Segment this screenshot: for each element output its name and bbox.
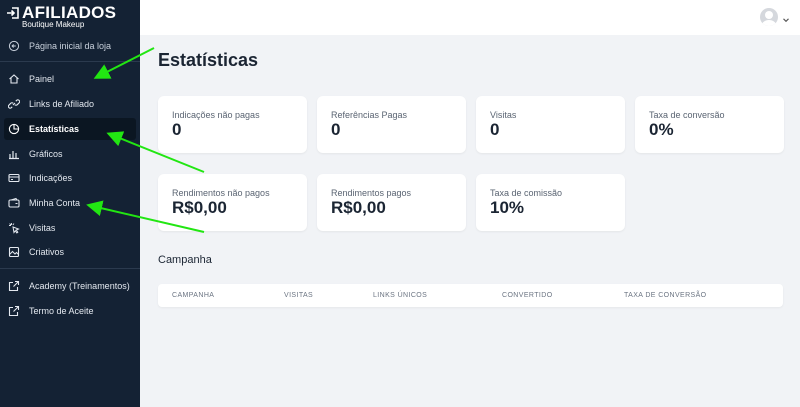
sidebar-item-label: Indicações bbox=[29, 173, 73, 183]
sidebar-item-label: Estatísticas bbox=[29, 124, 80, 134]
sidebar-item-label: Criativos bbox=[29, 247, 65, 257]
stat-label: Referências Pagas bbox=[331, 110, 408, 120]
sidebar-item-links[interactable]: Links de Afiliado bbox=[4, 93, 136, 115]
stat-card-unpaid-earnings: Rendimentos não pagos R$0,00 bbox=[158, 174, 307, 231]
stat-value: 0% bbox=[649, 120, 674, 139]
stat-card-paid-earnings: Rendimentos pagos R$0,00 bbox=[317, 174, 466, 231]
stat-value: 0 bbox=[490, 120, 500, 139]
external-link-icon bbox=[8, 280, 20, 292]
sidebar-item-painel[interactable]: Painel bbox=[4, 68, 136, 90]
wallet-icon bbox=[8, 197, 20, 209]
sidebar-item-graficos[interactable]: Gráficos bbox=[4, 143, 136, 165]
page-title: Estatísticas bbox=[158, 50, 259, 70]
stat-value: 0 bbox=[331, 120, 341, 139]
sidebar-item-criativos[interactable]: Criativos bbox=[4, 241, 136, 263]
stat-value: R$0,00 bbox=[331, 198, 386, 217]
click-icon bbox=[8, 222, 20, 234]
stat-card-paid-referrals: Referências Pagas 0 bbox=[317, 96, 466, 153]
external-link-icon bbox=[8, 305, 20, 317]
credit-card-icon bbox=[8, 172, 20, 184]
stat-value: 10% bbox=[490, 198, 525, 217]
stat-value: R$0,00 bbox=[172, 198, 227, 217]
login-icon bbox=[6, 6, 20, 20]
pie-chart-icon bbox=[8, 123, 20, 135]
sidebar-item-estatisticas[interactable]: Estatísticas bbox=[4, 118, 136, 140]
stat-label: Visitas bbox=[490, 110, 517, 120]
campaign-table: CAMPANHA VISITAS LINKS ÚNICOS CONVERTIDO… bbox=[158, 284, 783, 307]
arrow-left-circle-icon bbox=[8, 40, 20, 52]
sidebar-item-label: Minha Conta bbox=[29, 198, 81, 208]
column-header-campaign[interactable]: CAMPANHA bbox=[172, 292, 214, 299]
stat-card-conversion-rate: Taxa de conversão 0% bbox=[635, 96, 784, 153]
stat-card-visits: Visitas 0 bbox=[476, 96, 625, 153]
sidebar-item-label: Visitas bbox=[29, 223, 56, 233]
avatar-head bbox=[765, 11, 773, 19]
avatar-body bbox=[762, 20, 776, 26]
sidebar-item-label: Links de Afiliado bbox=[29, 99, 95, 109]
stat-card-commission-rate: Taxa de comissão 10% bbox=[476, 174, 625, 231]
stat-value: 0 bbox=[172, 120, 182, 139]
stat-label: Rendimentos não pagos bbox=[172, 188, 270, 198]
home-icon bbox=[8, 73, 20, 85]
sidebar-item-academy[interactable]: Academy (Treinamentos) bbox=[4, 275, 136, 297]
top-bar bbox=[140, 0, 800, 35]
column-header-visits[interactable]: VISITAS bbox=[284, 292, 313, 299]
stat-label: Indicações não pagas bbox=[172, 110, 260, 120]
sidebar-item-minha-conta[interactable]: Minha Conta bbox=[4, 192, 136, 214]
stat-label: Rendimentos pagos bbox=[331, 188, 412, 198]
campaign-section-title: Campanha bbox=[158, 254, 212, 266]
link-icon bbox=[8, 98, 20, 110]
store-home-link[interactable]: Página inicial da loja bbox=[4, 35, 136, 57]
bar-chart-icon bbox=[8, 148, 20, 160]
stat-label: Taxa de comissão bbox=[490, 188, 563, 198]
column-header-unique-links[interactable]: LINKS ÚNICOS bbox=[373, 292, 427, 299]
creative-icon bbox=[8, 246, 20, 258]
sidebar-divider bbox=[0, 61, 140, 62]
sidebar-item-indicacoes[interactable]: Indicações bbox=[4, 167, 136, 189]
chevron-down-icon[interactable] bbox=[782, 11, 790, 23]
user-avatar[interactable] bbox=[760, 8, 778, 26]
sidebar-item-label: Gráficos bbox=[29, 149, 63, 159]
sidebar: AFILIADOS Boutique Makeup Página inicial… bbox=[0, 0, 140, 407]
brand-logo[interactable]: AFILIADOS Boutique Makeup bbox=[6, 4, 116, 29]
sidebar-divider bbox=[0, 268, 140, 269]
stat-card-unpaid-referrals: Indicações não pagas 0 bbox=[158, 96, 307, 153]
sidebar-item-label: Academy (Treinamentos) bbox=[29, 281, 130, 291]
sidebar-item-termo[interactable]: Termo de Aceite bbox=[4, 300, 136, 322]
column-header-converted[interactable]: CONVERTIDO bbox=[502, 292, 553, 299]
sidebar-item-label: Termo de Aceite bbox=[29, 306, 94, 316]
stat-label: Taxa de conversão bbox=[649, 110, 725, 120]
sidebar-item-visitas[interactable]: Visitas bbox=[4, 217, 136, 239]
store-home-label: Página inicial da loja bbox=[29, 41, 112, 51]
sidebar-item-label: Painel bbox=[29, 74, 55, 84]
column-header-conversion-rate[interactable]: TAXA DE CONVERSÃO bbox=[624, 292, 707, 299]
